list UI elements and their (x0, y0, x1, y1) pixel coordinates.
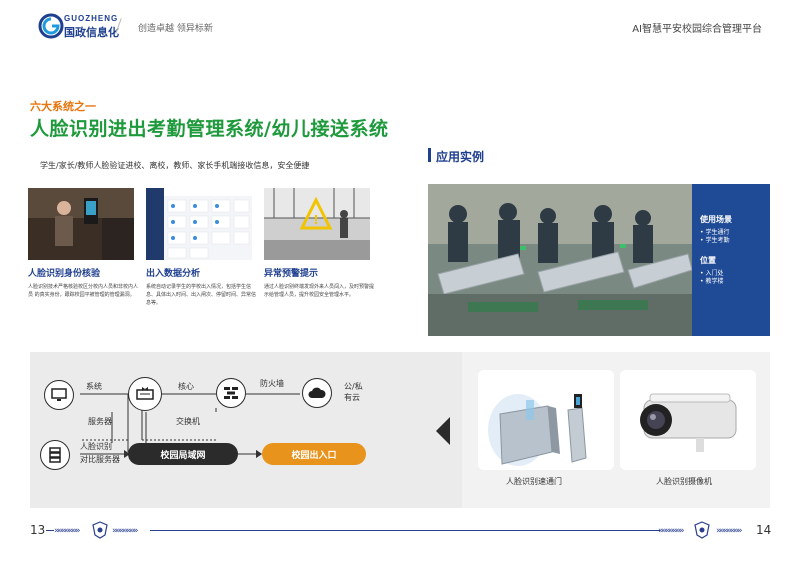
diagram-connectors (80, 393, 300, 458)
core-switch-node (128, 377, 162, 411)
company-logo-icon (38, 13, 64, 39)
campus-lan-pill: 校园局域网 (128, 443, 238, 465)
system-node (44, 380, 74, 410)
cloud-label: 公/私 有云 (344, 382, 363, 402)
police-badge-icon (92, 521, 108, 539)
company-slogan: 创造卓越 领异标新 (138, 24, 213, 34)
firewall-node (216, 378, 246, 408)
face-camera-photo (620, 370, 756, 470)
section-intro: 学生/家长/教师人脸验证进校、离校，教师、家长手机端接收信息，安全便捷 (40, 161, 310, 170)
system-label: 系统 (86, 382, 102, 391)
footer-chevrons: »»»»»»» (112, 526, 139, 536)
footer-chevrons: »»»»»»» (658, 526, 685, 536)
data-analysis-screenshot (146, 188, 252, 260)
turnstile-scene-photo (428, 184, 692, 336)
switch-icon (136, 387, 154, 400)
turnstile-gate-photo (478, 370, 614, 470)
footer-chevrons: »»»»»»» (54, 526, 81, 536)
product-caption: 人脸识别速通门 (506, 477, 562, 486)
scene-item: • 学生通行 (700, 229, 730, 236)
application-title: 应用实例 (436, 150, 485, 164)
application-info-panel: 使用场景 • 学生通行 • 学生考勤 位置 • 入门处 • 教学楼 (692, 184, 770, 336)
face-compare-server-node (40, 440, 70, 470)
section-subtitle: 六大系统之一 (30, 100, 96, 113)
switch-label: 交换机 (176, 417, 200, 426)
face-verification-photo (28, 188, 134, 260)
scene-heading: 使用场景 (700, 215, 732, 224)
alarm-warning-photo: ! (264, 188, 370, 260)
location-item: • 教学楼 (700, 278, 724, 285)
cloud-node (302, 378, 332, 408)
feature-description: 通过人脸识别终端发现外来人员闯入，及时预警提示给管理人员，提升校园安全管理水平。 (264, 284, 375, 298)
cloud-icon (308, 387, 326, 398)
footer-line (150, 530, 660, 531)
server-icon (49, 447, 61, 463)
left-page-number: 13 (30, 523, 46, 537)
section-title: 人脸识别进出考勤管理系统/幼儿接送系统 (30, 118, 389, 140)
face-compare-server-label: 对比服务器 (80, 455, 120, 464)
feature-description: 人脸识别技术严格核验校区分校内人员和非校内人员 的真实身份，跟踪校园平被管理的管… (28, 284, 139, 298)
firewall-label: 防火墙 (260, 379, 284, 388)
footer-chevrons: »»»»»»» (716, 526, 743, 536)
previous-arrow-icon (436, 417, 450, 445)
footer-line (46, 530, 54, 531)
feature-title: 出入数据分析 (146, 269, 201, 279)
feature-title: 人脸识别身份核验 (28, 269, 101, 279)
logo-english-text: GUOZHENG (64, 14, 119, 23)
location-item: • 入门处 (700, 270, 724, 277)
location-heading: 位置 (700, 256, 716, 265)
scene-item: • 学生考勤 (700, 237, 730, 244)
platform-title: AI智慧平安校园综合管理平台 (632, 24, 762, 35)
application-title-bar (428, 148, 431, 162)
server-label: 服务器 (88, 417, 112, 426)
right-page-number: 14 (756, 523, 772, 537)
face-compare-server-label: 人脸识别 (80, 442, 112, 451)
svg-text:!: ! (313, 213, 318, 227)
police-badge-icon (694, 521, 710, 539)
feature-description: 系统自动记录学生的学校出入情况，包括学生信息、具体出入时间、出入闸次、停留时间、… (146, 284, 257, 306)
firewall-icon (224, 387, 238, 399)
logo-chinese-text: 国政信息化 (64, 26, 119, 39)
core-label: 核心 (178, 382, 194, 391)
product-caption: 人脸识别摄像机 (656, 477, 712, 486)
feature-title: 异常预警提示 (264, 269, 319, 279)
campus-gate-pill: 校园出入口 (262, 443, 366, 465)
monitor-icon (51, 388, 67, 401)
